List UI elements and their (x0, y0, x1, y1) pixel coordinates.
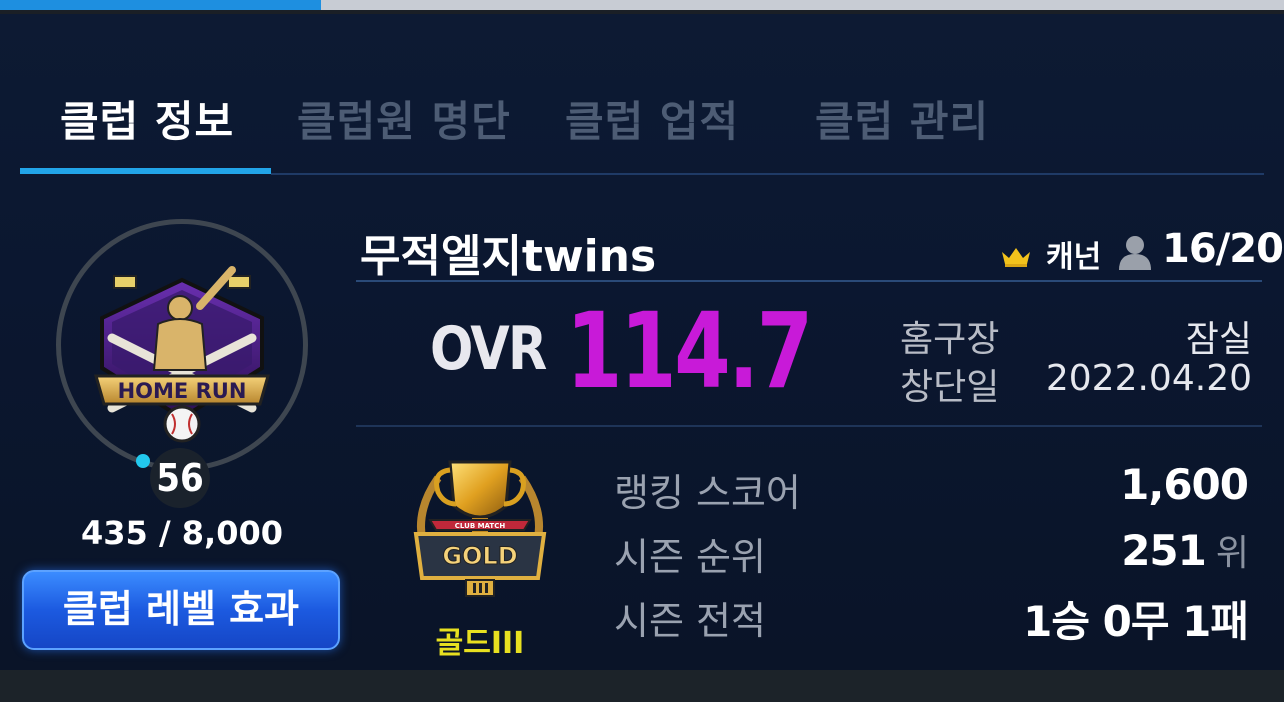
club-level-progress-dot (136, 454, 150, 468)
gold-emblem-text: GOLD (442, 542, 517, 570)
person-icon (1119, 236, 1151, 270)
season-rank-unit: 위 (1215, 533, 1249, 574)
ovr-label: OVR (430, 314, 547, 384)
club-exp: 435 / 8,000 (81, 514, 283, 552)
season-record-value: 1승 0무 1패 (1023, 597, 1249, 646)
tab-divider (271, 173, 1264, 175)
home-run-emblem: HOME RUN (94, 266, 270, 443)
club-info-panel: 클럽 정보 클럽원 명단 클럽 업적 클럽 관리 HOME RUN 56 435… (0, 14, 1284, 670)
season-rank-number: 251 (1121, 526, 1207, 575)
active-tab-indicator (20, 168, 271, 174)
top-progress-fill (0, 0, 321, 10)
tab-club-info[interactable]: 클럽 정보 (60, 88, 234, 149)
tab-club-achievements[interactable]: 클럽 업적 (565, 88, 739, 149)
ranking-score-value: 1,600 (1120, 460, 1249, 509)
tab-bar: 클럽 정보 클럽원 명단 클럽 업적 클럽 관리 (20, 14, 1264, 175)
tab-club-management[interactable]: 클럽 관리 (815, 88, 989, 149)
tab-club-members[interactable]: 클럽원 명단 (297, 88, 511, 149)
season-record-label: 시즌 전적 (614, 599, 766, 643)
bottom-bar (0, 670, 1284, 702)
club-level-badge: 56 (150, 448, 210, 508)
club-member-count: 16/20 (1162, 226, 1284, 272)
crown-icon (1002, 248, 1030, 267)
season-rank-label: 시즌 순위 (614, 535, 766, 579)
home-stadium-value: 잠실 (1185, 319, 1252, 360)
top-progress-bar (0, 0, 1284, 14)
club-name: 무적엘지twins (360, 231, 657, 282)
gold-trophy-emblem: CLUB MATCH GOLD (413, 460, 547, 597)
founded-value: 2022.04.20 (1045, 358, 1252, 399)
club-leader: 캐넌 (1046, 240, 1102, 275)
tier-label: 골드III (435, 626, 525, 661)
season-rank-value: 251 위 (1121, 524, 1249, 576)
gold-emblem-top-text: CLUB MATCH (455, 522, 506, 530)
header-divider (356, 280, 1262, 282)
home-stadium-label: 홈구장 (900, 319, 1000, 360)
ranking-score-label: 랭킹 스코어 (614, 471, 801, 515)
info-divider (356, 425, 1262, 427)
founded-label: 창단일 (900, 367, 1000, 408)
home-run-emblem-text: HOME RUN (118, 379, 247, 403)
club-level-effect-button[interactable]: 클럽 레벨 효과 (22, 570, 340, 650)
ovr-value: 114.7 (566, 290, 813, 412)
